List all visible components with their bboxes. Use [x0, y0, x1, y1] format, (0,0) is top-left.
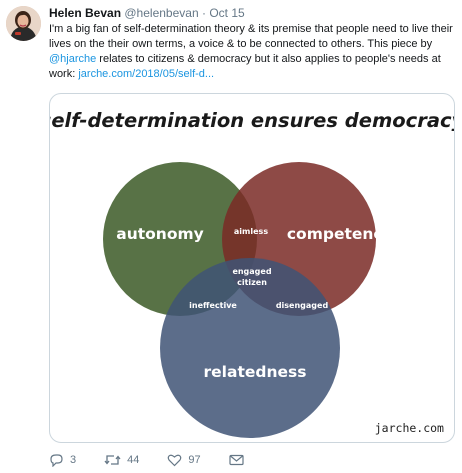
autonomy-label: autonomy	[116, 225, 204, 243]
avatar-photo	[6, 6, 41, 41]
venn-diagram: self-determination ensures democracy aut…	[50, 109, 454, 438]
retweet-button[interactable]: 44	[104, 453, 139, 467]
image-credit: jarche.com	[375, 421, 444, 435]
retweet-icon	[104, 455, 121, 465]
dm-button[interactable]	[229, 454, 250, 466]
tweet-header: Helen Bevan @helenbevan · Oct 15	[49, 6, 245, 21]
reply-button[interactable]: 3	[49, 453, 76, 467]
tweet-image[interactable]: self-determination ensures democracy aut…	[49, 93, 455, 443]
tweet-date[interactable]: Oct 15	[209, 6, 244, 20]
center-label-line2: citizen	[237, 278, 267, 287]
reply-icon	[50, 454, 63, 467]
author-name[interactable]: Helen Bevan	[49, 6, 121, 20]
disengaged-label: disengaged	[276, 301, 329, 310]
like-count: 97	[188, 454, 201, 466]
reply-count: 3	[70, 454, 77, 466]
retweet-count: 44	[127, 454, 140, 466]
like-button[interactable]: 97	[167, 453, 201, 467]
diagram-title: self-determination ensures democracy	[50, 109, 454, 132]
competence-label: competence	[287, 225, 393, 243]
mention-link[interactable]: @hjarche	[49, 53, 96, 65]
ineffective-label: ineffective	[189, 301, 237, 310]
envelope-icon	[229, 454, 244, 466]
heart-icon	[168, 454, 182, 467]
article-link[interactable]: jarche.com/2018/05/self-d...	[78, 68, 214, 80]
author-handle[interactable]: @helenbevan	[124, 6, 198, 20]
center-label-line1: engaged	[232, 267, 271, 276]
tweet-text-part1: I'm a big fan of self-determination theo…	[49, 23, 453, 50]
tweet-text: I'm a big fan of self-determination theo…	[49, 22, 455, 82]
aimless-label: aimless	[234, 227, 268, 236]
avatar[interactable]	[6, 6, 41, 41]
tweet[interactable]: Helen Bevan @helenbevan · Oct 15 I'm a b…	[0, 0, 462, 473]
tweet-actions: 3 44 97	[49, 452, 278, 468]
separator: ·	[201, 6, 206, 20]
relatedness-label: relatedness	[204, 363, 307, 381]
